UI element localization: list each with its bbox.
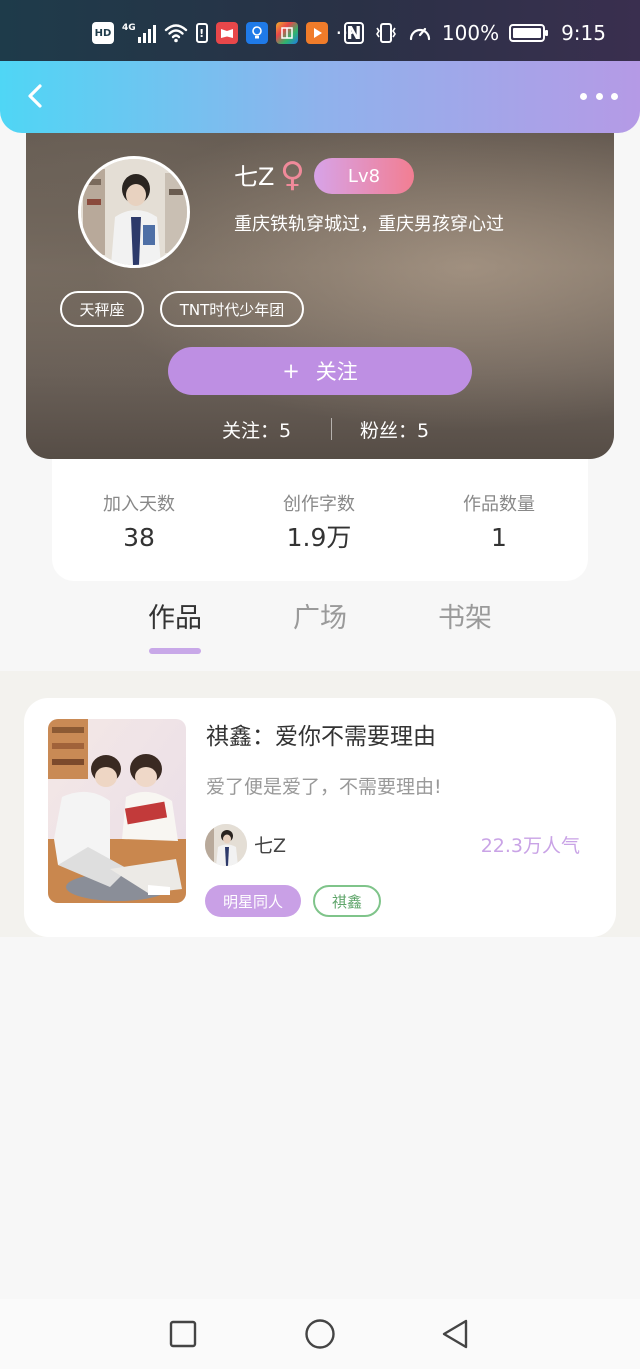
more-dots-icon[interactable] [580, 83, 618, 109]
stat-word-count: 创作字数 1.9万 [244, 493, 394, 555]
grid-app-icon [275, 22, 298, 44]
network-type-label: 4G [122, 23, 136, 33]
back-triangle-icon[interactable] [438, 1317, 472, 1351]
followers-count[interactable]: 粉丝：5 [360, 416, 429, 443]
status-bar-left: HD 4G ! ··· [92, 22, 355, 44]
system-nav-bar [0, 1299, 640, 1369]
recents-square-icon[interactable] [166, 1317, 200, 1351]
following-count[interactable]: 关注：5 [222, 416, 291, 443]
plus-icon: + [282, 359, 300, 383]
user-avatar[interactable] [78, 156, 190, 268]
chevron-left-icon[interactable] [20, 81, 50, 111]
stat-label: 创作字数 [283, 494, 355, 515]
work-card[interactable]: 祺鑫：爱你不需要理由 爱了便是爱了，不需要理由! 七Z 22.3万人气 明星同人… [24, 698, 616, 937]
top-nav-bar [0, 61, 640, 133]
author-name: 七Z [254, 835, 287, 857]
nfc-icon: N [343, 22, 364, 44]
active-tab-indicator [149, 648, 201, 654]
category-chip[interactable]: 明星同人 [205, 885, 301, 917]
female-gender-icon: ♀ [280, 155, 305, 195]
home-circle-icon[interactable] [303, 1317, 337, 1351]
status-bar: HD 4G ! ··· N 100% 9:15 [0, 0, 640, 62]
username: 七Z [234, 163, 275, 191]
hd-badge: HD [92, 22, 114, 44]
user-bio: 重庆铁轨穿城过，重庆男孩穿心过 [234, 214, 504, 235]
battery-percent: 100% [441, 21, 500, 45]
tab-bookshelf[interactable]: 书架 [425, 600, 505, 638]
stat-join-days: 加入天数 38 [64, 493, 214, 555]
profile-tag[interactable]: TNT时代少年团 [160, 291, 304, 327]
bulb-app-icon [245, 22, 268, 44]
followers-label: 粉丝： [360, 420, 418, 442]
profile-header: 七Z ♀ Lv8 重庆铁轨穿城过，重庆男孩穿心过 天秤座 TNT时代少年团 + … [26, 110, 614, 459]
stats-card: 加入天数 38 创作字数 1.9万 作品数量 1 [52, 459, 588, 581]
followers-value: 5 [417, 420, 430, 442]
play-app-icon [305, 22, 328, 44]
speedometer-icon [409, 27, 430, 41]
profile-tabs: 作品 广场 书架 [0, 600, 640, 660]
popularity-count: 22.3万人气 [480, 835, 580, 857]
tag-chip[interactable]: 祺鑫 [313, 885, 381, 917]
profile-tag[interactable]: 天秤座 [60, 291, 144, 327]
work-title[interactable]: 祺鑫：爱你不需要理由 [206, 722, 436, 752]
following-label: 关注： [222, 420, 280, 442]
follow-stats: 关注：5 粉丝：5 [26, 416, 614, 442]
alert-icon: ! [195, 23, 208, 43]
wifi-icon [164, 24, 187, 43]
stat-works-count: 作品数量 1 [424, 493, 574, 555]
stat-label: 加入天数 [103, 494, 175, 515]
stat-value: 1.9万 [286, 523, 352, 552]
cellular-signal-icon: 4G [122, 23, 156, 43]
follow-button-label: 关注 [315, 360, 358, 384]
status-bar-right: N 100% 9:15 [343, 21, 606, 45]
battery-icon [509, 24, 549, 42]
vibrate-icon [375, 23, 396, 43]
follow-stats-divider [331, 418, 332, 440]
stat-label: 作品数量 [463, 494, 535, 515]
work-cover-image[interactable] [48, 719, 186, 903]
reader-app-icon [215, 22, 238, 44]
level-badge: Lv8 [314, 158, 414, 194]
tab-works[interactable]: 作品 [135, 600, 215, 638]
following-value: 5 [279, 420, 292, 442]
stat-value: 38 [123, 523, 155, 552]
tab-square[interactable]: 广场 [280, 600, 360, 638]
stat-value: 1 [491, 523, 507, 552]
clock: 9:15 [561, 21, 606, 45]
author-avatar [205, 824, 247, 866]
follow-button[interactable]: + 关注 [168, 347, 472, 395]
work-description: 爱了便是爱了，不需要理由! [206, 776, 442, 798]
